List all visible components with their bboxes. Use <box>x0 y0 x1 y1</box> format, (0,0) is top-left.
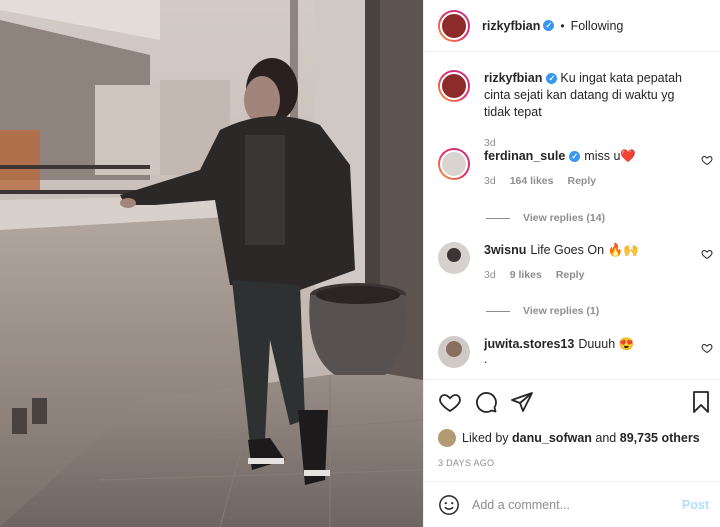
avatar-image <box>446 341 462 357</box>
comment-time: 3d <box>484 175 496 187</box>
view-replies-button[interactable]: View replies (14) <box>486 212 605 224</box>
avatar-image <box>440 150 468 178</box>
verified-icon: ✓ <box>543 20 555 31</box>
likes-prefix: Liked by <box>462 431 509 445</box>
likes-others[interactable]: 89,735 others <box>620 431 700 445</box>
divider-line <box>486 217 510 219</box>
comment-avatar[interactable] <box>438 336 470 368</box>
view-replies-text: View replies (14) <box>523 212 606 224</box>
comment-item: ferdinan_sule ✓ miss u❤️ 3d 164 likes Reply <box>438 148 713 198</box>
post-actions: Liked by danu_sofwan and 89,735 others 3… <box>424 379 720 481</box>
heart-icon[interactable] <box>701 154 713 166</box>
comment-icon[interactable] <box>474 390 498 414</box>
heart-icon[interactable] <box>438 390 462 414</box>
comment-meta: 3d 164 likes Reply <box>484 173 696 190</box>
comment-item: juwita.stores13 Duuuh 😍 . <box>438 336 713 376</box>
comment-extra: . <box>484 352 488 366</box>
add-comment-bar: Post <box>424 481 720 527</box>
comment-text: miss u <box>584 149 621 163</box>
emoji-icon[interactable] <box>438 494 460 516</box>
heart-icon[interactable] <box>701 248 713 260</box>
comment-username[interactable]: 3wisnu <box>484 243 526 257</box>
comment-time: 3d <box>484 269 496 281</box>
comment-body: 3wisnu Life Goes On 🔥🙌 3d 9 likes Reply <box>484 242 696 284</box>
comment-username[interactable]: ferdinan_sule <box>484 149 565 163</box>
reply-button[interactable]: Reply <box>556 269 585 281</box>
avatar-image <box>440 11 468 40</box>
comment-body: ferdinan_sule ✓ miss u❤️ 3d 164 likes Reply <box>484 148 696 190</box>
liker-avatar[interactable] <box>438 429 456 447</box>
bookmark-icon[interactable] <box>689 390 713 414</box>
comment-input[interactable] <box>472 497 662 512</box>
comment-avatar[interactable] <box>438 148 470 180</box>
following-button[interactable]: Following <box>571 19 624 33</box>
comment-text: Life Goes On <box>530 243 605 257</box>
divider-line <box>486 310 510 312</box>
post-date[interactable]: 3 DAYS AGO <box>438 458 494 468</box>
avatar-image <box>440 72 468 100</box>
avatar-image <box>447 248 461 262</box>
liker-username[interactable]: danu_sofwan <box>512 431 592 445</box>
caption-username[interactable]: rizkyfbian <box>484 71 542 85</box>
share-icon[interactable] <box>510 390 534 414</box>
comment-emoji: 😍 <box>618 337 635 351</box>
comment-username[interactable]: juwita.stores13 <box>484 337 574 351</box>
comments-list[interactable]: rizkyfbian ✓ Ku ingat kata pepatah cinta s… <box>424 53 720 379</box>
comment-meta: 3d 9 likes Reply <box>484 267 696 284</box>
author-avatar[interactable] <box>438 9 470 42</box>
comment-emoji: ❤️ <box>620 149 636 163</box>
post-comment-button[interactable]: Post <box>682 498 709 512</box>
author-username[interactable]: rizkyfbian <box>482 19 540 33</box>
comment-avatar[interactable] <box>438 242 470 274</box>
view-replies-button[interactable]: View replies (1) <box>486 305 599 317</box>
caption-avatar[interactable] <box>438 70 470 102</box>
verified-icon: ✓ <box>546 73 558 85</box>
post-photo-image <box>0 0 423 527</box>
reply-button[interactable]: Reply <box>567 175 596 187</box>
heart-icon[interactable] <box>701 342 713 354</box>
comment-text: Duuuh <box>578 337 616 351</box>
likes-summary: Liked by danu_sofwan and 89,735 others <box>438 429 700 447</box>
caption: rizkyfbian ✓ Ku ingat kata pepatah cinta s… <box>438 70 713 149</box>
post-header: rizkyfbian ✓ • Following <box>424 0 720 52</box>
comment-likes[interactable]: 9 likes <box>510 269 542 281</box>
separator-dot: • <box>560 18 565 33</box>
caption-body: rizkyfbian ✓ Ku ingat kata pepatah cinta s… <box>484 70 696 152</box>
view-replies-text: View replies (1) <box>523 305 600 317</box>
action-icons-row <box>438 390 713 416</box>
comment-emoji: 🔥🙌 <box>607 243 639 257</box>
verified-icon: ✓ <box>569 151 581 163</box>
likes-and: and <box>595 431 617 445</box>
comment-likes[interactable]: 164 likes <box>510 175 554 187</box>
post-side-panel: rizkyfbian ✓ • Following rizkyfbian ✓ Ku i… <box>423 0 720 527</box>
comment-body: juwita.stores13 Duuuh 😍 . <box>484 336 696 365</box>
comment-item: 3wisnu Life Goes On 🔥🙌 3d 9 likes Reply <box>438 242 713 292</box>
post-photo[interactable] <box>0 0 423 527</box>
